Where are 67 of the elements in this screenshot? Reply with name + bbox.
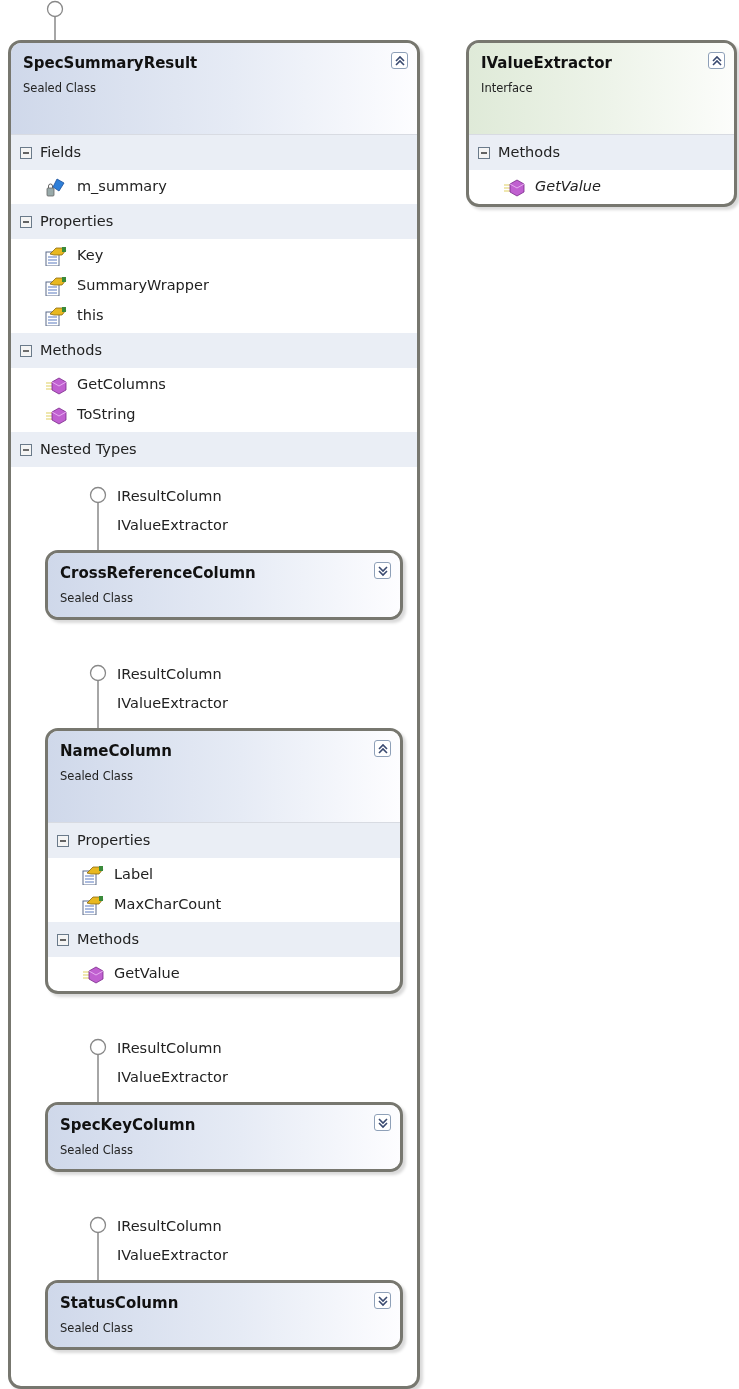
method-icon	[45, 375, 67, 395]
interface-label: IResultColumn	[117, 665, 222, 684]
type-stereotype: Sealed Class	[60, 1320, 133, 1337]
interface-label: IValueExtractor	[117, 694, 228, 713]
collapse-icon[interactable]	[478, 146, 490, 159]
type-stereotype: Sealed Class	[60, 768, 133, 785]
interface-label: IValueExtractor	[117, 516, 228, 535]
member-name[interactable]: m_summary	[77, 176, 167, 198]
compartment-title: Methods	[40, 340, 102, 360]
method-icon	[503, 177, 525, 197]
member-name[interactable]: GetValue	[535, 176, 601, 198]
compartment-header[interactable]: Properties	[48, 823, 400, 858]
collapse-button[interactable]	[391, 52, 408, 69]
property-icon	[45, 276, 67, 296]
method-icon	[82, 964, 104, 984]
interface-label: IResultColumn	[117, 487, 222, 506]
compartment-title: Properties	[40, 211, 114, 231]
compartment-header[interactable]: Methods	[11, 333, 417, 368]
collapse-icon[interactable]	[57, 834, 69, 847]
type-stereotype: Interface	[481, 80, 533, 97]
interface-label: IResultColumn	[117, 1217, 222, 1236]
property-icon	[82, 865, 104, 885]
property-icon	[82, 895, 104, 915]
interface-label: IValueExtractor	[117, 1246, 228, 1265]
compartment-title: Nested Types	[40, 439, 137, 459]
member-name[interactable]: SummaryWrapper	[77, 275, 209, 297]
expand-button[interactable]	[374, 562, 391, 579]
field-icon	[45, 177, 67, 197]
method-icon	[45, 405, 67, 425]
type-name: IValueExtractor	[481, 54, 612, 74]
type-name: SpecKeyColumn	[60, 1116, 196, 1136]
type-stereotype: Sealed Class	[23, 80, 96, 97]
compartment-header[interactable]: Nested Types	[11, 432, 417, 467]
type-name: CrossReferenceColumn	[60, 564, 256, 584]
type-name: StatusColumn	[60, 1294, 179, 1314]
compartment-header[interactable]: Methods	[469, 135, 734, 170]
compartment-header[interactable]: Properties	[11, 204, 417, 239]
member-name[interactable]: ToString	[77, 404, 136, 426]
compartment-title: Methods	[498, 142, 560, 162]
type-name: NameColumn	[60, 742, 172, 762]
collapse-icon[interactable]	[20, 146, 32, 159]
collapse-icon[interactable]	[20, 344, 32, 357]
expand-button[interactable]	[374, 1114, 391, 1131]
collapse-icon[interactable]	[20, 443, 32, 456]
compartment-title: Methods	[77, 929, 139, 949]
compartment-header[interactable]: Methods	[48, 922, 400, 957]
property-icon	[45, 246, 67, 266]
interface-label: IValueExtractor	[117, 1068, 228, 1087]
type-stereotype: Sealed Class	[60, 1142, 133, 1159]
compartment-title: Fields	[40, 142, 82, 162]
expand-button[interactable]	[374, 1292, 391, 1309]
member-name[interactable]: MaxCharCount	[114, 894, 222, 916]
property-icon	[45, 306, 67, 326]
interface-label: IResultColumn	[117, 1039, 222, 1058]
collapse-icon[interactable]	[57, 933, 69, 946]
compartment-title: Properties	[77, 830, 151, 850]
member-name[interactable]: GetColumns	[77, 374, 166, 396]
member-name[interactable]: Label	[114, 864, 154, 886]
compartment-header[interactable]: Fields	[11, 135, 417, 170]
collapse-button[interactable]	[708, 52, 725, 69]
collapse-button[interactable]	[374, 740, 391, 757]
collapse-icon[interactable]	[20, 215, 32, 228]
member-name[interactable]: this	[77, 305, 104, 327]
member-name[interactable]: GetValue	[114, 963, 180, 985]
member-name[interactable]: Key	[77, 245, 104, 267]
type-name: SpecSummaryResult	[23, 54, 198, 74]
type-stereotype: Sealed Class	[60, 590, 133, 607]
